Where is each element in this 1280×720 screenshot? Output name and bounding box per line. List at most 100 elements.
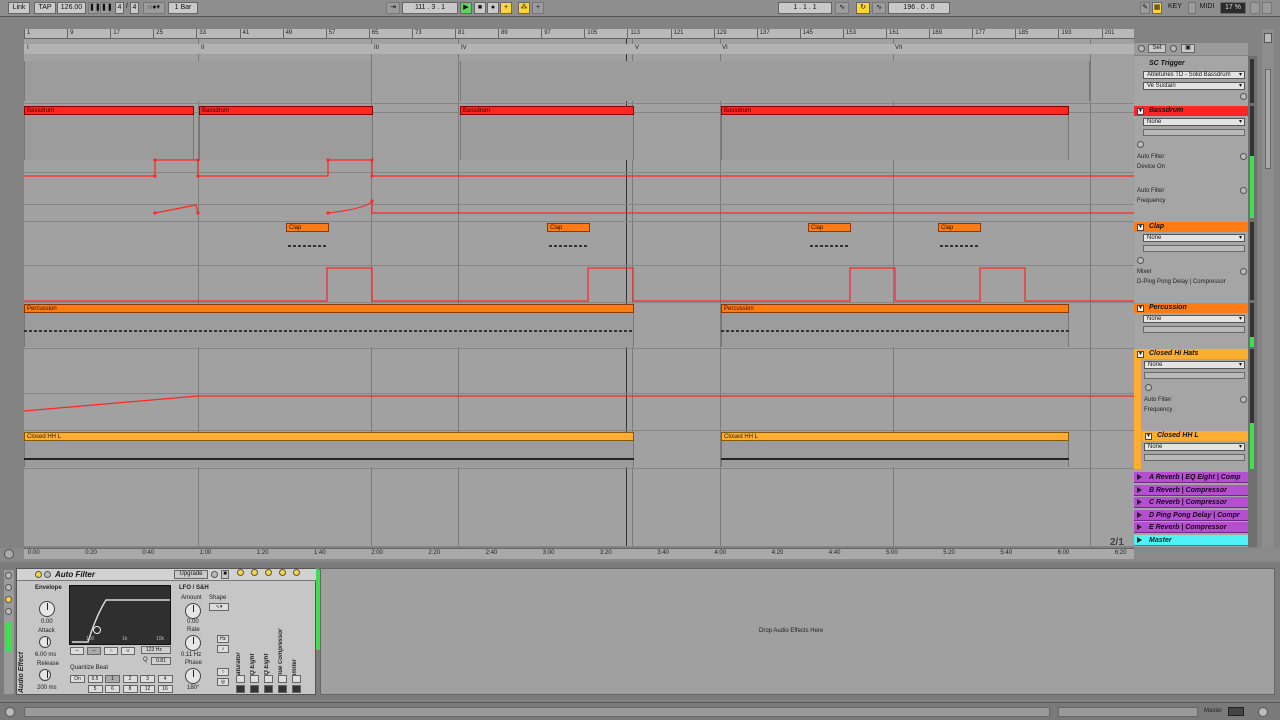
breakpoint[interactable] xyxy=(370,199,374,203)
filter-type-notch[interactable]: ∪ xyxy=(121,647,135,655)
chain-device-save[interactable] xyxy=(278,685,287,693)
percussion-input-select[interactable]: None xyxy=(1143,315,1245,323)
device-fold-icon[interactable] xyxy=(44,571,51,578)
frequency-field[interactable]: 123 Hz xyxy=(141,646,171,654)
chain-device-power-icon[interactable] xyxy=(279,569,286,576)
expand-icon[interactable] xyxy=(1137,499,1143,506)
automation-arm-icon[interactable]: ⁂ xyxy=(518,2,530,14)
fold-icon[interactable]: ▼ xyxy=(1137,351,1144,358)
effects-drop-zone[interactable]: Drop Audio Effects Here xyxy=(320,568,1275,695)
bassdrum-lane1-device[interactable]: Auto Filter xyxy=(1137,154,1164,160)
hats-lane-remove-icon[interactable] xyxy=(1240,396,1247,403)
locator-marker[interactable]: II xyxy=(201,45,204,51)
lfo-phase-mode[interactable]: ○ xyxy=(217,668,229,676)
hats-input-select[interactable]: None xyxy=(1144,361,1245,369)
fold-icon[interactable]: ▼ xyxy=(1137,108,1144,115)
attack-knob[interactable] xyxy=(39,636,51,648)
clap-input-select[interactable]: None xyxy=(1143,234,1245,242)
sc-power-icon[interactable] xyxy=(1240,93,1247,100)
return-track[interactable]: E Reverb | Compressor xyxy=(1134,522,1248,534)
locator-marker[interactable]: VI xyxy=(722,45,728,51)
key-label[interactable]: KEY xyxy=(1164,2,1186,14)
clap-lane-param[interactable]: D-Ping Pong Delay | Compressor xyxy=(1137,279,1226,285)
bassdrum-lane2-device[interactable]: Auto Filter xyxy=(1137,188,1164,194)
rate-hz-toggle[interactable]: Hz xyxy=(217,635,229,643)
breakpoint[interactable] xyxy=(326,158,330,162)
link-button[interactable]: Link xyxy=(8,2,30,14)
automation-line[interactable] xyxy=(24,267,1134,302)
lfo-spin-mode[interactable]: ◎ xyxy=(217,678,229,686)
chain-device-power-icon[interactable] xyxy=(265,569,272,576)
lfo-phase-knob[interactable] xyxy=(185,668,201,684)
track-closed-hi-hats[interactable]: ▼ Closed Hi Hats xyxy=(1134,349,1248,359)
hh-l-input-select[interactable]: None xyxy=(1144,443,1245,451)
automation-envelopes[interactable] xyxy=(24,56,1134,547)
master-expand-icon[interactable] xyxy=(1137,537,1143,543)
locator-marker[interactable]: VII xyxy=(895,45,902,51)
return-track[interactable]: B Reverb | Compressor xyxy=(1134,484,1248,496)
quantize-button[interactable]: On xyxy=(70,675,85,683)
song-position-field[interactable]: 111 . 3 . 1 xyxy=(402,2,458,14)
info-view-icon[interactable] xyxy=(5,707,15,717)
chain-device-save[interactable] xyxy=(264,685,273,693)
chain-device-knob[interactable] xyxy=(278,675,287,683)
filter-type-highpass[interactable]: ∽ xyxy=(87,647,101,655)
breakpoint[interactable] xyxy=(326,211,330,215)
set-button[interactable]: Set xyxy=(1148,44,1166,53)
bassdrum-lane2-param[interactable]: Frequency xyxy=(1137,198,1165,204)
hats-lane-device[interactable]: Auto Filter xyxy=(1144,397,1171,403)
envelope-amount-knob[interactable] xyxy=(39,601,55,617)
device-nav-icon[interactable] xyxy=(5,596,12,603)
hh-l-monitor-box[interactable] xyxy=(1144,454,1245,461)
quantize-button[interactable]: 16 xyxy=(157,685,173,693)
locator-marker[interactable]: III xyxy=(374,45,379,51)
zoom-out-icon[interactable] xyxy=(4,549,14,559)
vertical-scrollbar[interactable] xyxy=(1262,29,1274,549)
locator-lane[interactable]: I II III IV V VI VII xyxy=(24,44,1134,54)
collapse-icon[interactable]: ▣ xyxy=(1181,44,1195,53)
expand-icon[interactable] xyxy=(1137,474,1143,480)
breakpoint[interactable] xyxy=(196,158,200,162)
breakpoint[interactable] xyxy=(153,158,157,162)
percussion-monitor-box[interactable] xyxy=(1143,326,1245,333)
device-power-icon[interactable] xyxy=(35,571,42,578)
play-icon[interactable]: ▶ xyxy=(460,2,472,14)
expand-icon[interactable] xyxy=(1137,524,1143,531)
locator-marker[interactable]: IV xyxy=(461,45,467,51)
device-save-icon[interactable]: ■ xyxy=(221,570,229,579)
track-selector-field[interactable] xyxy=(1058,707,1198,717)
track-closed-hh-l[interactable]: ▼ Closed HH L xyxy=(1142,431,1248,441)
bassdrum-monitor-box[interactable] xyxy=(1143,129,1245,136)
overdub-icon[interactable]: + xyxy=(500,2,512,14)
chain-device-power-icon[interactable] xyxy=(251,569,258,576)
time-ruler[interactable]: 0:00 0:20 0:40 1:00 1:20 1:40 2:00 2:20 2:40 3:00… xyxy=(24,548,1134,559)
chain-device-knob[interactable] xyxy=(292,675,301,683)
expand-icon[interactable] xyxy=(1137,511,1143,518)
breakpoint[interactable] xyxy=(153,211,157,215)
quantization-menu[interactable]: 1 Bar xyxy=(168,2,198,14)
automation-line[interactable] xyxy=(24,159,1134,177)
return-track[interactable]: D Ping Pong Delay | Compr xyxy=(1134,509,1248,521)
breakpoint[interactable] xyxy=(153,174,157,178)
hats-lane-param[interactable]: Frequency xyxy=(1144,407,1172,413)
chain-device-name[interactable]: EQ Eight xyxy=(250,585,256,679)
track-sc-trigger[interactable]: SC Trigger xyxy=(1134,59,1248,69)
locator-marker[interactable]: I xyxy=(27,45,29,51)
chain-device-power-icon[interactable] xyxy=(293,569,300,576)
upgrade-button[interactable]: Upgrade xyxy=(174,570,208,579)
locator-marker[interactable]: V xyxy=(635,45,639,51)
record-icon[interactable]: ● xyxy=(487,2,499,14)
device-hotswap-icon[interactable] xyxy=(211,571,218,578)
punch-in-icon[interactable]: ∿ xyxy=(835,2,849,14)
quantize-button[interactable]: 1 xyxy=(105,675,120,683)
chain-device-name[interactable]: Saturator xyxy=(236,585,242,679)
hats-automation-fold-icon[interactable] xyxy=(1145,384,1152,391)
loop-switch-icon[interactable]: ↻ xyxy=(856,2,870,14)
chain-device-name[interactable]: Limiter xyxy=(292,585,298,679)
quantize-button[interactable]: 5 xyxy=(87,685,103,693)
fold-icon[interactable]: ▼ xyxy=(1137,224,1144,231)
track-lanes[interactable]: Bassdrum Bassdrum Bassdrum Bassdrum Clap Clap… xyxy=(24,56,1134,547)
chain-device-name[interactable]: EQ Eight xyxy=(264,585,270,679)
sidechain-input-select[interactable]: Abletunes TD - Solid Bassdrum xyxy=(1143,71,1245,79)
q-field[interactable]: 0.81 xyxy=(151,657,171,665)
